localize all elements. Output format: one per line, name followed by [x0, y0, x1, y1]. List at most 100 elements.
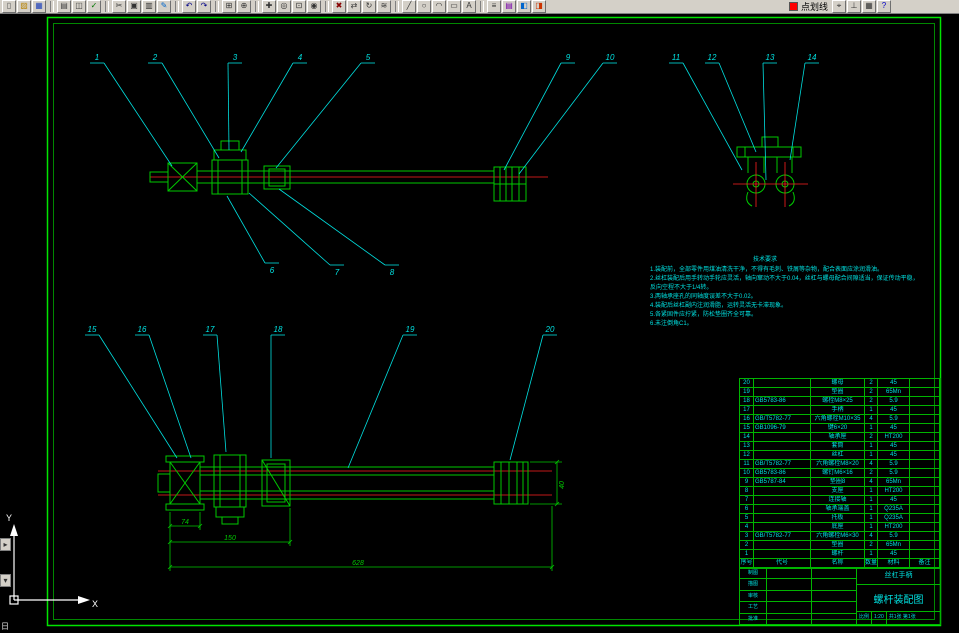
undo-icon: ↶ [185, 1, 193, 10]
grid[interactable]: ▦ [862, 0, 877, 13]
new-file-icon: ▯ [6, 1, 12, 10]
print-preview[interactable]: ◫ [72, 0, 86, 13]
bom-cell-rem [910, 451, 940, 460]
bom-cell-name: 垫圈8 [811, 478, 865, 487]
layers[interactable]: ≡ [487, 0, 501, 13]
layer-control[interactable]: ▤ [502, 0, 516, 13]
sign-label: 描图 [740, 579, 767, 590]
ucs-icon[interactable]: Y X [6, 513, 98, 609]
floating-toolbar-icon-1[interactable]: ▸ [0, 538, 11, 551]
bom-cell-code [754, 442, 811, 451]
bom-cell-rem [910, 496, 940, 505]
print[interactable]: ▤ [57, 0, 71, 13]
bom-cell-mat: Q235A [878, 514, 910, 523]
pan[interactable]: ✚ [262, 0, 276, 13]
linetype-indicator[interactable]: 点划线 [785, 0, 832, 13]
open-file[interactable]: ▨ [17, 0, 31, 13]
cut[interactable]: ✂ [112, 0, 126, 13]
toolbar-separator [395, 1, 399, 12]
zoom-realtime[interactable]: ◎ [277, 0, 291, 13]
redo[interactable]: ↷ [197, 0, 211, 13]
bom-cell-no: 3 [740, 532, 754, 541]
balloon-label: 16 [138, 325, 147, 334]
bom-cell-name: 六角螺栓M8×20 [811, 460, 865, 469]
save-file[interactable]: ▦ [32, 0, 46, 13]
balloon-label: 5 [366, 53, 371, 62]
bom-cell-no: 6 [740, 505, 754, 514]
bom-cell-code [754, 541, 811, 550]
bom-cell-mat: 65Mn [878, 388, 910, 397]
sign-blank [812, 568, 856, 578]
format-painter[interactable]: ✎ [157, 0, 171, 13]
floating-toolbar-icon-2[interactable]: ▾ [0, 574, 11, 587]
bom-cell-rem [910, 406, 940, 415]
toolbar-separator [480, 1, 484, 12]
sign-row: 制图 [740, 568, 856, 580]
bom-cell-qty: 1 [865, 487, 878, 496]
bom-cell-no: 18 [740, 397, 754, 406]
offset-icon: ≋ [380, 1, 388, 10]
print-preview-icon: ◫ [75, 1, 83, 10]
note-line: 3.两轴承座孔的同轴度误差不大于0.02。 [650, 294, 757, 300]
balloon-label: 20 [545, 325, 555, 334]
zoom-window[interactable]: ⊡ [292, 0, 306, 13]
balloon-label: 19 [406, 325, 415, 334]
design-center[interactable]: ◨ [532, 0, 546, 13]
leader-line [682, 62, 743, 171]
balloon-label: 14 [808, 53, 817, 62]
sign-blank [767, 590, 812, 602]
rotate[interactable]: ↻ [362, 0, 376, 13]
zoom-previous[interactable]: ◉ [307, 0, 321, 13]
bom-cell-mat: 5.9 [878, 415, 910, 424]
ortho-icon: ⊥ [850, 1, 858, 10]
properties[interactable]: ◧ [517, 0, 531, 13]
text[interactable]: A [462, 0, 476, 13]
zoom-realtime-icon: ◎ [280, 1, 288, 10]
undo[interactable]: ↶ [182, 0, 196, 13]
note-line: 4.装配后丝杠副内注润滑脂，运转灵活无卡滞现象。 [650, 303, 788, 309]
title-block-right: 丝杠手柄 螺杆装配图 比例 1:20 共1张 第1张 [857, 568, 940, 624]
linetype-color-swatch [789, 2, 798, 11]
grid-icon: ▦ [865, 1, 873, 10]
bom-cell-rem [910, 433, 940, 442]
line[interactable]: ╱ [402, 0, 416, 13]
bom-cell-rem [910, 550, 940, 559]
bom-cell-name: 键6×20 [811, 424, 865, 433]
erase[interactable]: ✖ [332, 0, 346, 13]
move-icon: ⇄ [350, 1, 358, 10]
bom-cell-rem [910, 478, 940, 487]
bom-cell-rem [910, 469, 940, 478]
new-file[interactable]: ▯ [2, 0, 16, 13]
properties-icon: ◧ [520, 1, 528, 10]
ucs-x-arrow [78, 596, 90, 604]
insert-hyperlink[interactable]: ⊕ [237, 0, 251, 13]
leader-line [789, 62, 806, 161]
leader-line [148, 334, 192, 459]
sign-blank [767, 613, 812, 625]
balloon-label: 11 [672, 53, 680, 62]
copy[interactable]: ▣ [127, 0, 141, 13]
arc[interactable]: ◠ [432, 0, 446, 13]
bom-cell-no: 15 [740, 424, 754, 433]
spell-check[interactable]: ✓ [87, 0, 101, 13]
offset[interactable]: ≋ [377, 0, 391, 13]
title-block-bottom-row: 比例 1:20 共1张 第1张 [857, 612, 940, 624]
bom-cell-no: 12 [740, 451, 754, 460]
balloon-label: 13 [766, 53, 775, 62]
bom-cell-name: 垫圈 [811, 541, 865, 550]
note-line: 1.装配前，全部零件用煤油清洗干净，不得有毛刺、铁屑等杂物，配合表面应涂润滑油。 [650, 267, 884, 273]
sign-row: 描图 [740, 579, 856, 591]
circle[interactable]: ○ [417, 0, 431, 13]
zoom-window-icon: ⊡ [295, 1, 303, 10]
rectangle[interactable]: ▭ [447, 0, 461, 13]
bom-cell-code [754, 451, 811, 460]
bom-cell-mat: 5.9 [878, 469, 910, 478]
insert-block[interactable]: ⊞ [222, 0, 236, 13]
help[interactable]: ? [877, 0, 892, 13]
bom-cell-mat: 45 [878, 424, 910, 433]
object-snap[interactable]: ⌖ [832, 0, 847, 13]
ortho[interactable]: ⊥ [847, 0, 862, 13]
open-file-icon: ▨ [20, 1, 28, 10]
paste[interactable]: ▥ [142, 0, 156, 13]
move[interactable]: ⇄ [347, 0, 361, 13]
